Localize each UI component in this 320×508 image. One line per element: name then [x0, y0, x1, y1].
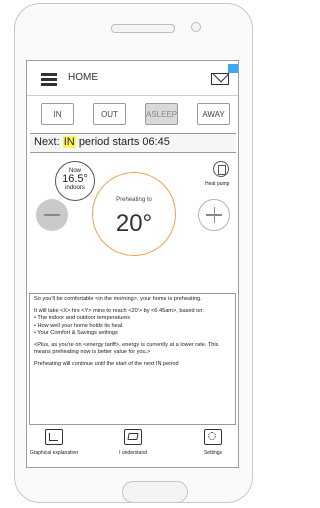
info-paragraph: It will take <X> hrs <Y> mins to reach <… [34, 308, 204, 315]
tab-label: Settings [203, 450, 223, 456]
graduation-cap-icon [124, 429, 142, 445]
tab-i-understand[interactable]: I understand [110, 429, 156, 456]
speaker-grille [111, 24, 175, 33]
target-temperature-dial: Preheating to 20° [92, 172, 176, 256]
mode-away-button[interactable]: AWAY [197, 103, 230, 125]
notification-badge [228, 64, 238, 73]
app-screen: HOME IN OUT ASLEEP AWAY Next: IN period … [26, 60, 239, 468]
info-list: The indoor and outdoor temperatures How … [34, 315, 231, 337]
front-camera [191, 22, 201, 32]
preheating-status: Preheating to [116, 197, 152, 203]
next-suffix: period starts 06:45 [78, 136, 170, 148]
info-paragraph: Preheating will continue until the start… [34, 361, 179, 368]
current-temperature-badge: Now 16.5° indoors [55, 161, 95, 201]
list-item: How well your home holds its heat [34, 323, 231, 330]
top-bar: HOME [27, 61, 238, 96]
page-title: HOME [68, 72, 98, 83]
mode-selector: IN OUT ASLEEP AWAY [41, 103, 231, 127]
info-paragraph: <Plus, as you're on <energy tariff>, ene… [34, 342, 219, 356]
info-paragraph: So you'll be comfortable <in the morning… [34, 296, 202, 302]
list-item: The indoor and outdoor temperatures [34, 315, 231, 322]
now-temperature: 16.5° [62, 173, 88, 185]
mode-in-button[interactable]: IN [41, 103, 74, 125]
next-mode-highlight: IN [62, 136, 76, 148]
tab-label: I understand [119, 450, 147, 456]
decrease-temperature-button[interactable] [36, 199, 68, 231]
heat-pump-label: Heat pump [205, 181, 230, 187]
mail-icon[interactable] [211, 65, 229, 85]
next-prefix: Next: [34, 136, 60, 148]
menu-icon[interactable] [41, 73, 57, 86]
bottom-tab-bar: Graphical explanation I understand Setti… [27, 427, 238, 467]
preheating-explanation: So you'll be comfortable <in the morning… [29, 293, 236, 425]
mode-out-button[interactable]: OUT [93, 103, 126, 125]
increase-temperature-button[interactable] [198, 199, 230, 231]
home-button[interactable] [122, 481, 188, 503]
tab-graphical-explanation[interactable]: Graphical explanation [29, 429, 79, 456]
heat-pump-icon[interactable] [213, 161, 229, 177]
now-location: indoors [65, 185, 85, 191]
gear-icon [204, 429, 222, 445]
tab-settings[interactable]: Settings [198, 429, 228, 456]
next-period-bar: Next: IN period starts 06:45 [30, 133, 236, 153]
phone-frame: HOME IN OUT ASLEEP AWAY Next: IN period … [14, 3, 253, 503]
list-item: Your Comfort & Savings settings [34, 330, 231, 337]
target-temperature: 20° [115, 210, 153, 237]
tab-label: Graphical explanation [29, 450, 79, 456]
mode-asleep-button[interactable]: ASLEEP [145, 103, 178, 125]
chart-icon [45, 429, 63, 445]
